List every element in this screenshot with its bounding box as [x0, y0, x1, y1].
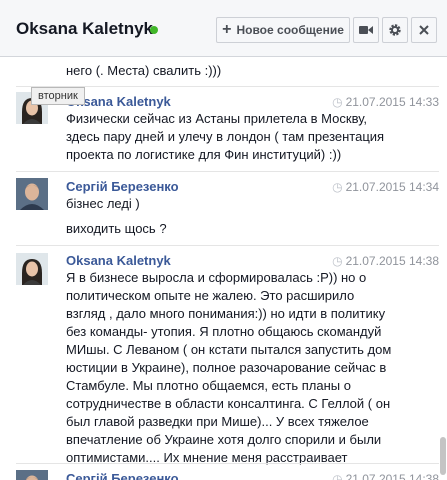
close-icon	[419, 25, 429, 35]
message-text: юстиции в Украине), полное разочарование…	[66, 360, 387, 375]
message-text: виходить щось ?	[66, 221, 167, 236]
gear-icon	[389, 24, 401, 36]
avatar[interactable]	[16, 253, 48, 285]
online-status-icon	[150, 26, 158, 34]
scrollbar-thumb[interactable]	[440, 437, 446, 475]
new-message-label: Новое сообщение	[236, 23, 344, 37]
video-camera-icon	[359, 26, 373, 34]
message-text: политическом опыте не жалею. Это расшири…	[66, 288, 355, 303]
message-text: бізнес леді )	[66, 196, 140, 211]
date-tooltip: вторник	[31, 87, 85, 105]
message-list[interactable]: него (. Места) свалить :))) Oksana Kalet…	[0, 57, 447, 480]
message-timestamp: ◷ 21.07.2015 14:34	[332, 180, 439, 194]
message-timestamp: ◷ 21.07.2015 14:33	[332, 95, 439, 109]
avatar[interactable]	[16, 470, 48, 480]
message-text: впечатление об Украине хотя долго спорил…	[66, 432, 382, 447]
message-text: здесь пару дней и улечу в лондон ( там п…	[66, 129, 385, 144]
serhii-avatar	[16, 178, 48, 210]
message-text: него (. Места) свалить :)))	[66, 63, 222, 78]
message-text: сотрудничестве в области консалтинга. С …	[66, 396, 391, 411]
message-divider	[16, 245, 439, 246]
conversation-header: Oksana Kaletnyk + Новое сообщение	[0, 0, 447, 57]
plus-icon: +	[222, 21, 232, 38]
message-timestamp: ◷ 21.07.2015 14:38	[332, 472, 439, 480]
message-text: МИшы. С Леваном ( он кстати пытался запу…	[66, 342, 392, 357]
close-button[interactable]	[411, 17, 437, 43]
message-divider	[16, 171, 439, 172]
sender-name[interactable]: Oksana Kaletnyk	[66, 253, 171, 268]
clock-icon: ◷	[332, 254, 343, 268]
message-text: Стамбуле. Мы плотно общаемся, есть планы…	[66, 378, 351, 393]
clock-icon: ◷	[332, 180, 343, 194]
oksana-avatar	[16, 253, 48, 285]
message-text: оптимистами.... Их мнение меня расстраив…	[66, 450, 348, 465]
sender-name[interactable]: Сергій Березенко	[66, 179, 179, 194]
contact-name[interactable]: Oksana Kaletnyk	[16, 19, 153, 39]
message-text: проекта по логистике для Фин институций)…	[66, 147, 342, 162]
sender-name[interactable]: Сергій Березенко	[66, 471, 179, 480]
message-divider	[16, 463, 439, 464]
message-text: был главой разведки при Мише)... У всех …	[66, 414, 369, 429]
new-message-button[interactable]: + Новое сообщение	[216, 17, 350, 43]
settings-button[interactable]	[382, 17, 408, 43]
message-text: Я в бизнесе выросла и сформировалась :Р)…	[66, 270, 367, 285]
message-timestamp: ◷ 21.07.2015 14:38	[332, 254, 439, 268]
avatar[interactable]	[16, 178, 48, 210]
clock-icon: ◷	[332, 95, 343, 109]
video-call-button[interactable]	[353, 17, 379, 43]
message-text: взгляд , дало много понимания:)) но идти…	[66, 306, 386, 321]
message-text: без команды- утопия. Я плотно общаюсь ск…	[66, 324, 382, 339]
message-text: Физически сейчас из Астаны прилетела в М…	[66, 111, 368, 126]
serhii-avatar	[16, 470, 48, 480]
clock-icon: ◷	[332, 472, 343, 480]
